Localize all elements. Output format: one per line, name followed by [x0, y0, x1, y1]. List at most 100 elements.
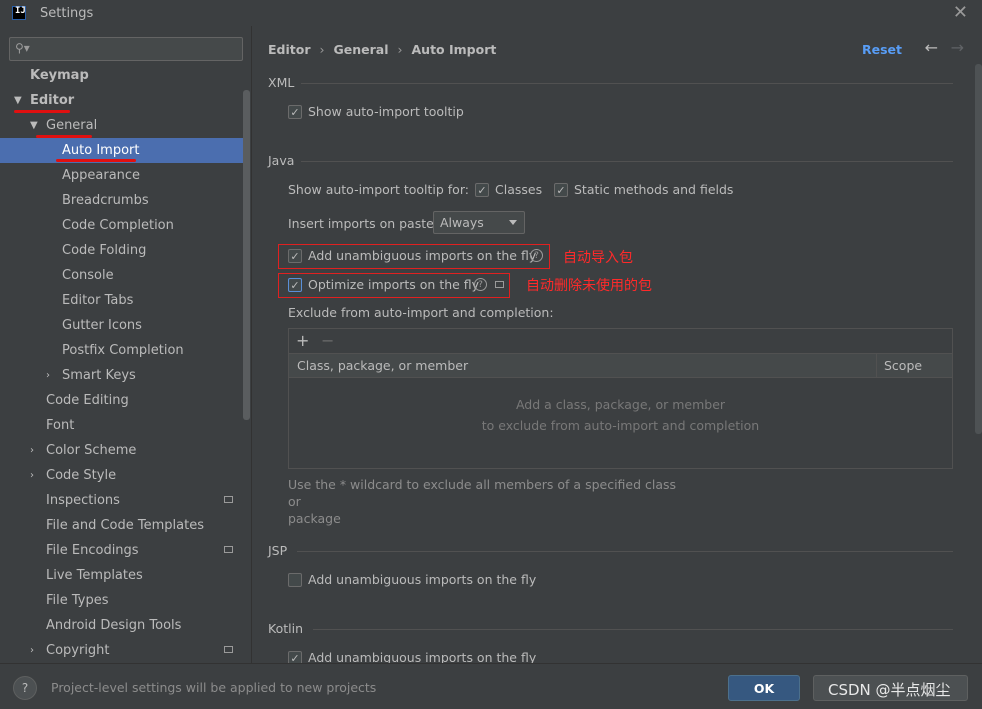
section-title-jsp: JSP — [268, 543, 288, 558]
table-toolbar: + − — [289, 329, 952, 353]
sidebar-item-keymap[interactable]: Keymap — [30, 63, 89, 88]
section-title-kotlin: Kotlin — [268, 621, 303, 636]
optimize-imports-label: Optimize imports on the fly — [308, 277, 480, 292]
sidebar-item-font[interactable]: Font — [46, 413, 74, 438]
wildcard-hint: Use the * wildcard to exclude all member… — [288, 476, 688, 527]
chevron-right-icon: › — [46, 370, 50, 381]
settings-content: Editor › General › Auto Import Reset ← →… — [253, 26, 982, 663]
project-scope-icon — [224, 546, 233, 553]
section-divider — [313, 629, 953, 630]
sidebar-item-file-encodings[interactable]: File Encodings — [46, 538, 139, 563]
content-scrollbar[interactable] — [975, 64, 982, 434]
sidebar-item-code-style[interactable]: › Code Style — [30, 463, 116, 488]
jsp-add-unambiguous-label: Add unambiguous imports on the fly — [308, 572, 537, 587]
reset-link[interactable]: Reset — [862, 42, 902, 57]
sidebar-item-inspections[interactable]: Inspections — [46, 488, 120, 513]
table-header: Class, package, or member Scope — [289, 353, 952, 378]
section-title-xml: XML — [268, 75, 295, 90]
column-header-class[interactable]: Class, package, or member — [297, 358, 468, 373]
settings-sidebar: ⚲▾ Keymap ▼ Editor ▼ General Auto Import A… — [0, 26, 252, 663]
exclude-label: Exclude from auto-import and completion: — [288, 305, 554, 320]
add-unambiguous-checkbox[interactable]: ✓ — [288, 249, 302, 263]
annotation-auto-import: 自动导入包 — [563, 250, 633, 266]
help-button[interactable]: ? — [13, 676, 37, 700]
chevron-right-icon: › — [30, 645, 34, 656]
add-unambiguous-label: Add unambiguous imports on the fly — [308, 248, 537, 263]
sidebar-item-smart-keys[interactable]: › Smart Keys — [46, 363, 136, 388]
sidebar-item-code-folding[interactable]: Code Folding — [62, 238, 146, 263]
sidebar-item-postfix-completion[interactable]: Postfix Completion — [62, 338, 184, 363]
chevron-right-icon: › — [30, 445, 34, 456]
back-arrow-icon[interactable]: ← — [925, 38, 938, 57]
sidebar-item-live-templates[interactable]: Live Templates — [46, 563, 143, 588]
help-circle-icon[interactable]: ? — [474, 278, 487, 291]
exclude-table: + − Class, package, or member Scope Add … — [288, 328, 953, 469]
java-static-checkbox[interactable]: ✓ — [554, 183, 568, 197]
chevron-down-icon: ▼ — [14, 95, 22, 106]
insert-on-paste-select[interactable]: Always — [433, 211, 525, 234]
annotation-auto-remove: 自动删除未使用的包 — [526, 278, 652, 294]
java-classes-label: Classes — [495, 182, 543, 197]
remove-icon[interactable]: − — [321, 331, 334, 350]
search-icon: ⚲▾ — [15, 41, 30, 55]
optimize-imports-checkbox[interactable]: ✓ — [288, 278, 302, 292]
intellij-logo-icon: IJ — [12, 6, 26, 20]
dialog-footer: ? Project-level settings will be applied… — [0, 663, 982, 709]
add-icon[interactable]: + — [296, 331, 309, 350]
sidebar-item-appearance[interactable]: Appearance — [62, 163, 140, 188]
xml-show-tooltip-checkbox[interactable]: ✓ — [288, 105, 302, 119]
sidebar-item-breadcrumbs[interactable]: Breadcrumbs — [62, 188, 149, 213]
ok-button[interactable]: OK — [728, 675, 800, 701]
kotlin-add-unambiguous-checkbox[interactable]: ✓ — [288, 651, 302, 663]
sidebar-item-android-design-tools[interactable]: Android Design Tools — [46, 613, 181, 638]
section-title-java: Java — [268, 153, 295, 168]
table-empty-text: Add a class, package, or member — [515, 397, 726, 412]
close-icon[interactable]: ✕ — [953, 2, 968, 23]
column-divider — [876, 354, 877, 378]
breadcrumb: Editor › General › Auto Import — [268, 42, 496, 57]
table-empty-text: to exclude from auto-import and completi… — [481, 418, 760, 433]
sidebar-item-code-editing[interactable]: Code Editing — [46, 388, 129, 413]
sidebar-item-editor-tabs[interactable]: Editor Tabs — [62, 288, 133, 313]
java-static-label: Static methods and fields — [574, 182, 734, 197]
java-classes-checkbox[interactable]: ✓ — [475, 183, 489, 197]
sidebar-scrollbar[interactable] — [243, 90, 250, 420]
sidebar-item-color-scheme[interactable]: › Color Scheme — [30, 438, 136, 463]
sidebar-item-code-completion[interactable]: Code Completion — [62, 213, 174, 238]
sidebar-item-file-types[interactable]: File Types — [46, 588, 109, 613]
insert-on-paste-label: Insert imports on paste: — [288, 216, 439, 231]
kotlin-add-unambiguous-label: Add unambiguous imports on the fly — [308, 650, 537, 663]
chevron-down-icon — [509, 220, 517, 225]
xml-show-tooltip-label: Show auto-import tooltip — [308, 104, 464, 119]
red-underline — [56, 159, 136, 162]
column-header-scope[interactable]: Scope — [884, 358, 922, 373]
title-bar: IJ Settings ✕ — [0, 0, 982, 26]
section-divider — [297, 551, 953, 552]
insert-on-paste-value: Always — [440, 215, 484, 230]
jsp-add-unambiguous-checkbox[interactable] — [288, 573, 302, 587]
breadcrumb-separator-icon: › — [319, 42, 325, 57]
sidebar-item-file-code-templates[interactable]: File and Code Templates — [46, 513, 204, 538]
section-divider — [301, 83, 953, 84]
footer-note: Project-level settings will be applied t… — [51, 680, 377, 695]
project-scope-icon — [495, 281, 504, 288]
wildcard-hint-line: Use the * wildcard to exclude all member… — [288, 477, 677, 509]
project-scope-icon — [224, 496, 233, 503]
sidebar-item-console[interactable]: Console — [62, 263, 114, 288]
csdn-watermark: CSDN @半点烟尘 — [828, 681, 951, 699]
java-show-tooltip-for-label: Show auto-import tooltip for: — [288, 182, 469, 197]
breadcrumb-general[interactable]: General — [334, 42, 389, 57]
sidebar-item-copyright[interactable]: › Copyright — [30, 638, 110, 663]
breadcrumb-auto-import: Auto Import — [411, 42, 497, 57]
forward-arrow-icon[interactable]: → — [951, 38, 964, 57]
breadcrumb-editor[interactable]: Editor — [268, 42, 311, 57]
window-title: Settings — [40, 5, 94, 21]
help-circle-icon[interactable]: ? — [530, 249, 543, 262]
project-scope-icon — [224, 646, 233, 653]
chevron-down-icon: ▼ — [30, 120, 38, 131]
breadcrumb-separator-icon: › — [397, 42, 403, 57]
sidebar-item-gutter-icons[interactable]: Gutter Icons — [62, 313, 142, 338]
wildcard-hint-line: package — [288, 511, 341, 526]
chevron-right-icon: › — [30, 470, 34, 481]
search-input[interactable]: ⚲▾ — [9, 37, 243, 61]
